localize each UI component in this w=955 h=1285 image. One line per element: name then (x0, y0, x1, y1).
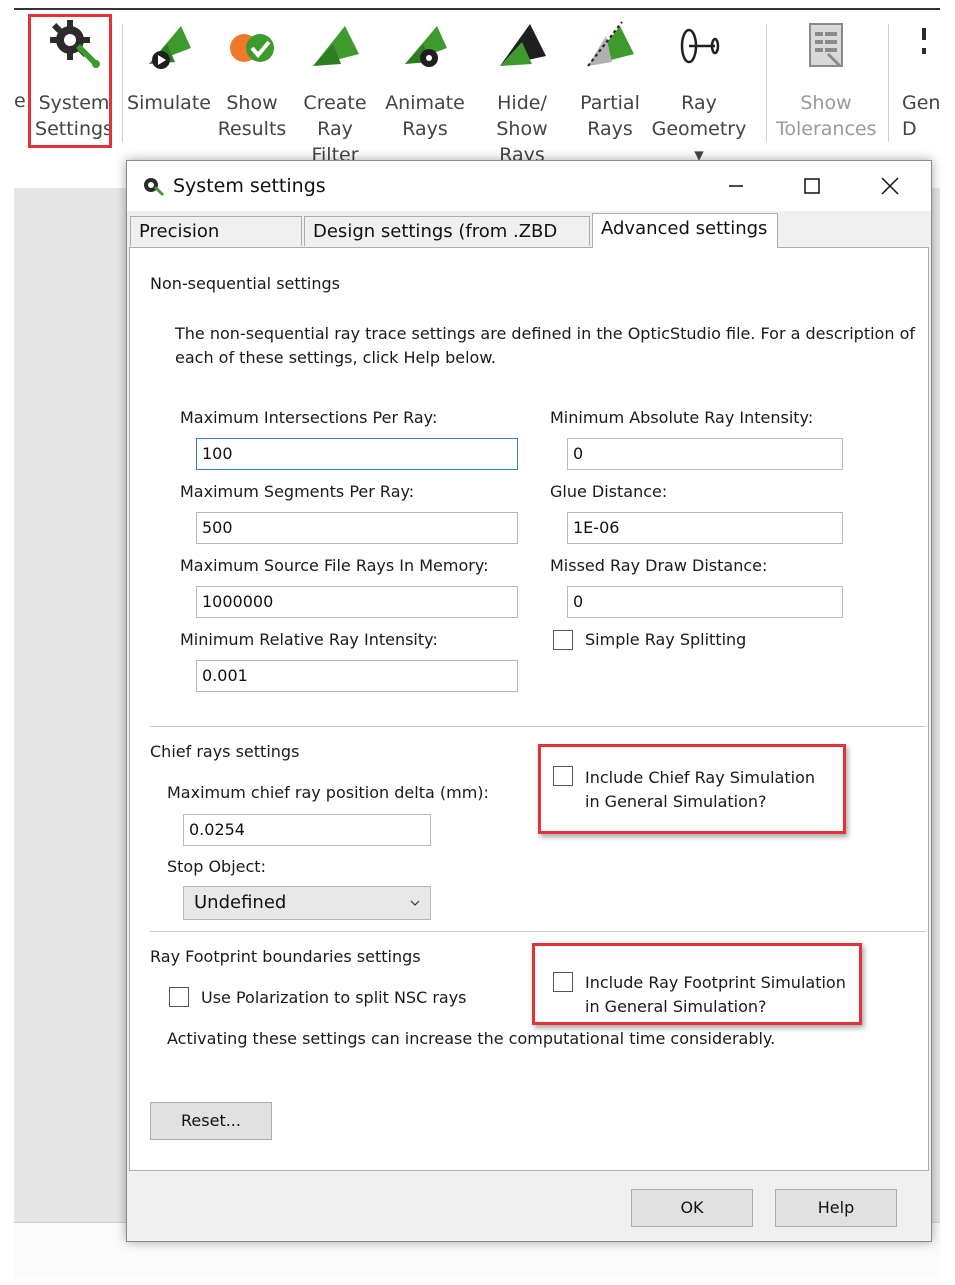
min-relative-intensity-input[interactable]: 0.001 (196, 660, 518, 692)
system-settings-dialog: System settings Precision settings Desig… (126, 160, 932, 1242)
close-button[interactable] (867, 169, 913, 203)
section-divider (150, 931, 926, 932)
use-polarization-checkbox[interactable] (169, 987, 189, 1007)
maximize-icon (804, 178, 820, 194)
nonseq-description: The non-sequential ray trace settings ar… (175, 324, 915, 367)
simulate-button[interactable]: Simulate (126, 10, 212, 150)
partial-rays-icon (587, 21, 634, 67)
help-button[interactable]: Help (775, 1189, 897, 1227)
ray-filter-icon (313, 26, 359, 66)
maximize-button[interactable] (789, 169, 835, 203)
animate-rays-icon (405, 26, 447, 67)
nonseq-heading: Non-sequential settings (150, 274, 340, 293)
max-intersections-input[interactable]: 100 (196, 438, 518, 470)
ray-geometry-button[interactable]: Ray Geometry ▾ (646, 10, 752, 166)
include-chief-ray-checkbox[interactable] (553, 766, 573, 786)
simulate-icon (149, 26, 191, 69)
min-relative-intensity-label: Minimum Relative Ray Intensity: (180, 630, 438, 649)
computational-time-note: Activating these settings can increase t… (167, 1029, 776, 1048)
dialog-title: System settings (173, 175, 326, 197)
include-footprint-checkbox[interactable] (553, 972, 573, 992)
close-icon (881, 177, 899, 195)
simulate-label: Simulate (127, 92, 211, 114)
animate-rays-label: Animate Rays (385, 92, 465, 140)
simple-ray-splitting-checkbox[interactable] (553, 630, 573, 650)
max-source-rays-input[interactable]: 1000000 (196, 586, 518, 618)
create-ray-filter-label: Create Ray Filter (303, 92, 367, 166)
simple-ray-splitting-label: Simple Ray Splitting (585, 630, 747, 649)
max-source-rays-label: Maximum Source File Rays In Memory: (180, 556, 489, 575)
generate-button-partial[interactable]: Gen D (898, 10, 940, 150)
missed-ray-distance-input[interactable]: 0 (567, 586, 843, 618)
missed-ray-distance-label: Missed Ray Draw Distance: (550, 556, 768, 575)
stop-object-value: Undefined (194, 892, 287, 913)
max-segments-label: Maximum Segments Per Ray: (180, 482, 415, 501)
section-divider (150, 726, 926, 727)
tab-advanced-settings[interactable]: Advanced settings (592, 213, 778, 248)
partial-rays-button[interactable]: Partial Rays (574, 10, 646, 150)
ray-geometry-icon (680, 28, 720, 64)
annotation-highlight-system-settings (28, 14, 112, 148)
ribbon-separator (122, 24, 123, 142)
tolerances-icon (809, 23, 843, 68)
animate-rays-button[interactable]: Animate Rays (380, 10, 470, 150)
ray-geometry-label: Ray Geometry ▾ (651, 92, 747, 166)
tab-design-settings[interactable]: Design settings (from .ZBD file) (304, 216, 590, 272)
show-results-label: Show Results (217, 92, 287, 140)
glue-distance-input[interactable]: 1E-06 (567, 512, 843, 544)
hide-show-rays-label: Hide/ Show Rays (496, 92, 548, 166)
generic-icon (922, 28, 926, 54)
ok-button[interactable]: OK (631, 1189, 753, 1227)
chevron-down-icon (410, 900, 420, 906)
generate-label: Gen D (902, 92, 940, 140)
chief-ray-delta-label: Maximum chief ray position delta (mm): (167, 783, 489, 802)
include-footprint-label: Include Ray Footprint Simulation in Gene… (585, 973, 846, 1016)
reset-button[interactable]: Reset... (150, 1102, 272, 1140)
max-intersections-label: Maximum Intersections Per Ray: (180, 408, 438, 427)
partial-ribbon-label: e (14, 90, 26, 112)
show-results-icon (230, 34, 274, 62)
chief-ray-delta-input[interactable]: 0.0254 (183, 814, 431, 846)
gear-wrench-icon (144, 178, 164, 196)
show-tolerances-button[interactable]: Show Tolerances (776, 10, 877, 150)
stop-object-select[interactable]: Undefined (183, 886, 431, 920)
tab-precision-settings[interactable]: Precision settings (130, 216, 302, 272)
ribbon-separator (766, 24, 767, 142)
hide-show-rays-button[interactable]: Hide/ Show Rays (472, 10, 572, 166)
minimize-button[interactable] (713, 169, 759, 203)
partial-rays-label: Partial Rays (580, 92, 640, 140)
show-tolerances-label: Show Tolerances (776, 92, 877, 140)
min-absolute-intensity-label: Minimum Absolute Ray Intensity: (550, 408, 814, 427)
include-chief-ray-label: Include Chief Ray Simulation in General … (585, 768, 815, 811)
chief-rays-heading: Chief rays settings (150, 742, 300, 761)
ray-footprint-heading: Ray Footprint boundaries settings (150, 947, 421, 966)
hide-show-rays-icon (500, 24, 546, 66)
use-polarization-label: Use Polarization to split NSC rays (201, 988, 467, 1007)
glue-distance-label: Glue Distance: (550, 482, 668, 501)
create-ray-filter-button[interactable]: Create Ray Filter (292, 10, 378, 166)
advanced-settings-panel: Non-sequential settings The non-sequenti… (129, 247, 929, 1171)
dialog-titlebar: System settings (127, 161, 931, 211)
min-absolute-intensity-input[interactable]: 0 (567, 438, 843, 470)
minimize-icon (729, 185, 743, 187)
show-results-button[interactable]: Show Results (212, 10, 292, 150)
stop-object-label: Stop Object: (167, 857, 266, 876)
ribbon-separator (888, 24, 889, 142)
max-segments-input[interactable]: 500 (196, 512, 518, 544)
